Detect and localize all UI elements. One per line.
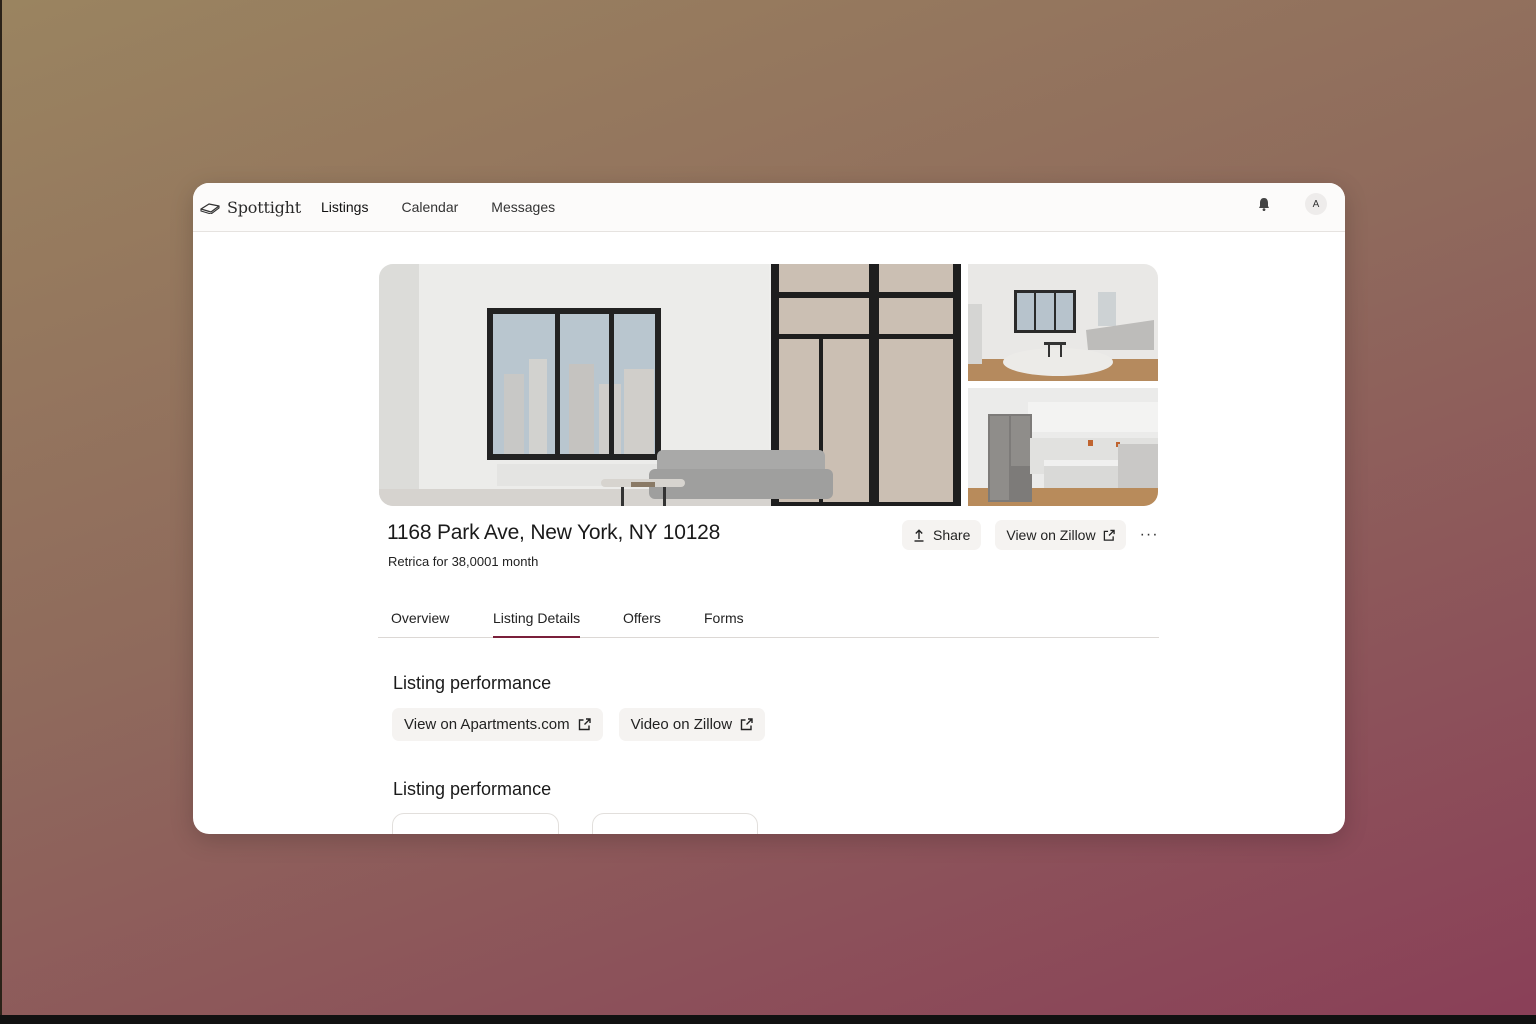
tab-forms[interactable]: Forms	[704, 610, 744, 638]
performance-card[interactable]	[592, 813, 758, 834]
living-room-wide-image	[968, 264, 1158, 381]
listing-price-subtitle: Retrica for 38,0001 month	[388, 554, 539, 569]
brand[interactable]: Spottight	[200, 198, 301, 217]
tab-overview[interactable]: Overview	[391, 610, 449, 638]
listing-tabs: Overview Listing Details Offers Forms	[378, 598, 1159, 638]
tab-offers[interactable]: Offers	[623, 610, 661, 638]
top-nav-bar: Spottight Listings Calendar Messages A	[193, 183, 1345, 232]
more-options-icon[interactable]: ···	[1140, 526, 1159, 544]
screen-bottom-edge	[0, 1015, 1536, 1024]
section-title-performance: Listing performance	[393, 673, 552, 693]
video-on-zillow-button[interactable]: Video on Zillow	[618, 708, 766, 741]
tab-listing-details[interactable]: Listing Details	[493, 610, 581, 638]
external-link-icon	[1103, 529, 1115, 541]
nav-messages[interactable]: Messages	[491, 199, 555, 215]
photo-gallery	[379, 264, 1158, 506]
listing-address: 1168 Park Ave, New York, NY 10128	[387, 521, 721, 544]
external-links: View on Apartments.com Video on Zillow	[392, 708, 781, 741]
photo-living-room-wide[interactable]	[968, 264, 1158, 381]
brand-name: Spottight	[227, 197, 301, 217]
app-window: Spottight Listings Calendar Messages A 1…	[193, 183, 1345, 834]
screen-edge	[0, 0, 2, 1024]
photo-kitchen[interactable]	[968, 388, 1158, 506]
avatar[interactable]: A	[1305, 193, 1327, 215]
kitchen-image	[968, 388, 1158, 506]
main-photo-living-room[interactable]	[379, 264, 961, 506]
view-on-apartments-label: View on Apartments.com	[404, 716, 570, 733]
external-link-icon	[740, 718, 753, 731]
share-button-label: Share	[933, 527, 971, 543]
external-link-icon	[578, 718, 591, 731]
performance-card[interactable]	[392, 813, 559, 834]
bell-icon[interactable]	[1257, 196, 1271, 212]
share-button[interactable]: Share	[902, 520, 982, 550]
upload-icon	[914, 528, 924, 542]
living-room-image	[379, 264, 961, 506]
listing-actions: Share View on Zillow ···	[902, 520, 1159, 550]
book-logo-icon	[200, 203, 220, 214]
top-right-controls: A	[1257, 193, 1327, 215]
section-title-performance-2: Listing performance	[393, 779, 552, 799]
nav-listings[interactable]: Listings	[321, 199, 368, 215]
view-on-zillow-label: View on Zillow	[1006, 527, 1096, 543]
nav-calendar[interactable]: Calendar	[401, 199, 458, 215]
main-nav: Listings Calendar Messages	[321, 199, 588, 215]
video-on-zillow-label: Video on Zillow	[630, 716, 733, 733]
view-on-zillow-button[interactable]: View on Zillow	[995, 520, 1126, 550]
view-on-apartments-button[interactable]: View on Apartments.com	[392, 708, 603, 741]
